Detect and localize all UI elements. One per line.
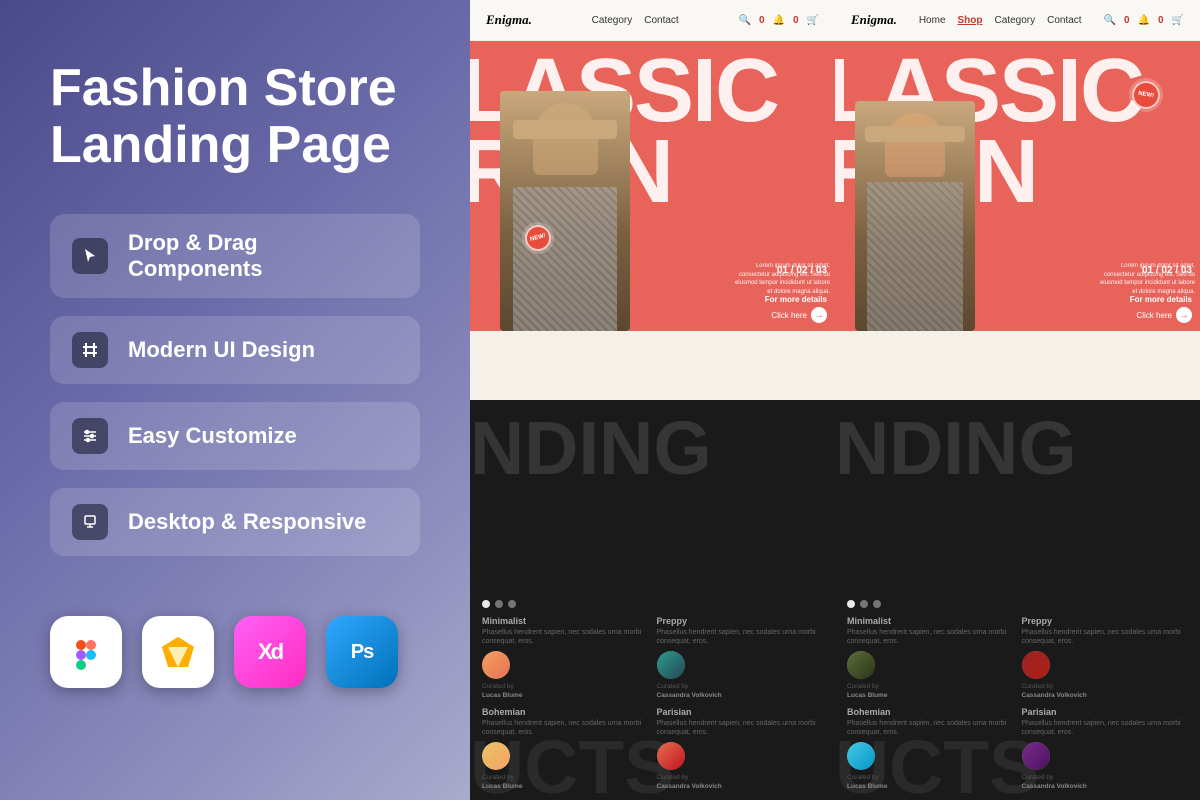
bottom-content-right: Minimalist Phasellus hendrerit sapien, n… — [835, 590, 1200, 800]
figma-icon — [50, 616, 122, 688]
device-icon — [72, 504, 108, 540]
bottom-title-text-left: NDING — [470, 405, 712, 491]
nav-logo-left: Enigma. — [486, 12, 532, 28]
preview-top-left: Enigma. Category Contact 🔍 0 🔔 0 🛒 LASSI… — [470, 0, 835, 400]
bottom-content-left: Minimalist Phasellus hendrerit sapien, n… — [470, 590, 835, 800]
dot-r2 — [860, 600, 868, 608]
hero-person-left — [500, 91, 630, 331]
person-silhouette-left — [500, 91, 630, 331]
dot-3 — [508, 600, 516, 608]
feature-label-drag-drop: Drop & Drag Components — [128, 230, 398, 282]
cart-icon-left: 🛒 — [807, 15, 819, 26]
hero-text-left: Lorem ipsum dolor sit amet, consectetur … — [730, 262, 830, 296]
style-item-preppy-right: Preppy Phasellus hendrerit sapien, nec s… — [1022, 616, 1189, 699]
preview-bottom-left: NDING Minimalist Phasellus hendrerit sap… — [470, 400, 835, 800]
style-item-minimalist-left: Minimalist Phasellus hendrerit sapien, n… — [482, 616, 649, 699]
style-grid-left: Minimalist Phasellus hendrerit sapien, n… — [482, 616, 823, 790]
style-item-bohemian-left: Bohemian Phasellus hendrerit sapien, nec… — [482, 707, 649, 790]
nav-links-right: Home Shop Category Contact — [919, 15, 1082, 26]
style-grid-right: Minimalist Phasellus hendrerit sapien, n… — [847, 616, 1188, 790]
dot-r1 — [847, 600, 855, 608]
bell-icon-left: 🔔 — [773, 15, 785, 26]
preview-top-right: Enigma. Home Shop Category Contact 🔍 0 🔔… — [835, 0, 1200, 400]
sliders-icon — [72, 418, 108, 454]
feature-label-modern-ui: Modern UI Design — [128, 337, 315, 363]
right-preview-area: Enigma. Category Contact 🔍 0 🔔 0 🛒 LASSI… — [470, 0, 1200, 800]
cart-icon-right: 🛒 — [1172, 15, 1184, 26]
mini-nav-left: Enigma. Category Contact 🔍 0 🔔 0 🛒 — [470, 0, 835, 41]
avatar-preppy-left — [657, 651, 685, 679]
avatar-parisian-left — [657, 742, 685, 770]
nav-links-left: Category Contact — [592, 15, 679, 26]
hero-cta-right: For more details Click here → — [1130, 295, 1192, 323]
sketch-icon — [142, 616, 214, 688]
feature-label-easy-customize: Easy Customize — [128, 423, 297, 449]
avatar-parisian-right — [1022, 742, 1050, 770]
hero-section-left: LASSICRIAN NEW! 01 / 02 / 03 Lorem ipsum… — [470, 41, 835, 331]
bottom-title-text-right: NDING — [835, 405, 1077, 491]
avatar-preppy-right — [1022, 651, 1050, 679]
cursor-icon — [72, 238, 108, 274]
style-item-parisian-left: Parisian Phasellus hendrerit sapien, nec… — [657, 707, 824, 790]
main-title: Fashion Store Landing Page — [50, 60, 420, 174]
pagination-dots-right — [847, 600, 1188, 608]
nav-icons-left: 🔍 0 🔔 0 🛒 — [739, 15, 819, 26]
hero-section-right: LASSICRIAN NEW! 01 / 02 / 03 Lorem ipsum… — [835, 41, 1200, 331]
style-item-minimalist-right: Minimalist Phasellus hendrerit sapien, n… — [847, 616, 1014, 699]
feature-desktop-responsive: Desktop & Responsive — [50, 488, 420, 556]
avatar-bohemian-left — [482, 742, 510, 770]
dot-r3 — [873, 600, 881, 608]
pagination-dots-left — [482, 600, 823, 608]
hash-icon — [72, 332, 108, 368]
dot-1 — [482, 600, 490, 608]
hero-cta-left: For more details Click here → — [765, 295, 827, 323]
avatar-minimalist-right — [847, 651, 875, 679]
feature-label-desktop-responsive: Desktop & Responsive — [128, 509, 366, 535]
search-icon-left: 🔍 — [739, 15, 751, 26]
feature-drag-drop: Drop & Drag Components — [50, 214, 420, 298]
features-list: Drop & Drag Components Modern UI Design — [50, 214, 420, 556]
avatar-bohemian-right — [847, 742, 875, 770]
feature-easy-customize: Easy Customize — [50, 402, 420, 470]
search-icon-right: 🔍 — [1104, 15, 1116, 26]
preview-bottom-right: NDING Minimalist Phasellus hendrerit sap… — [835, 400, 1200, 800]
style-item-parisian-right: Parisian Phasellus hendrerit sapien, nec… — [1022, 707, 1189, 790]
xd-icon: Xd — [234, 616, 306, 688]
dot-2 — [495, 600, 503, 608]
left-panel: Fashion Store Landing Page Drop & Drag C… — [0, 0, 470, 800]
feature-modern-ui: Modern UI Design — [50, 316, 420, 384]
style-item-bohemian-right: Bohemian Phasellus hendrerit sapien, nec… — [847, 707, 1014, 790]
tool-icons: Xd Ps — [50, 616, 420, 688]
hero-text-right: Lorem ipsum dolor sit amet, consectetur … — [1095, 262, 1195, 296]
mini-nav-right: Enigma. Home Shop Category Contact 🔍 0 🔔… — [835, 0, 1200, 41]
bell-icon-right: 🔔 — [1138, 15, 1150, 26]
hero-person-right — [855, 101, 975, 331]
avatar-minimalist-left — [482, 651, 510, 679]
nav-icons-right: 🔍 0 🔔 0 🛒 — [1104, 15, 1184, 26]
ps-icon: Ps — [326, 616, 398, 688]
nav-logo-right: Enigma. — [851, 12, 897, 28]
style-item-preppy-left: Preppy Phasellus hendrerit sapien, nec s… — [657, 616, 824, 699]
